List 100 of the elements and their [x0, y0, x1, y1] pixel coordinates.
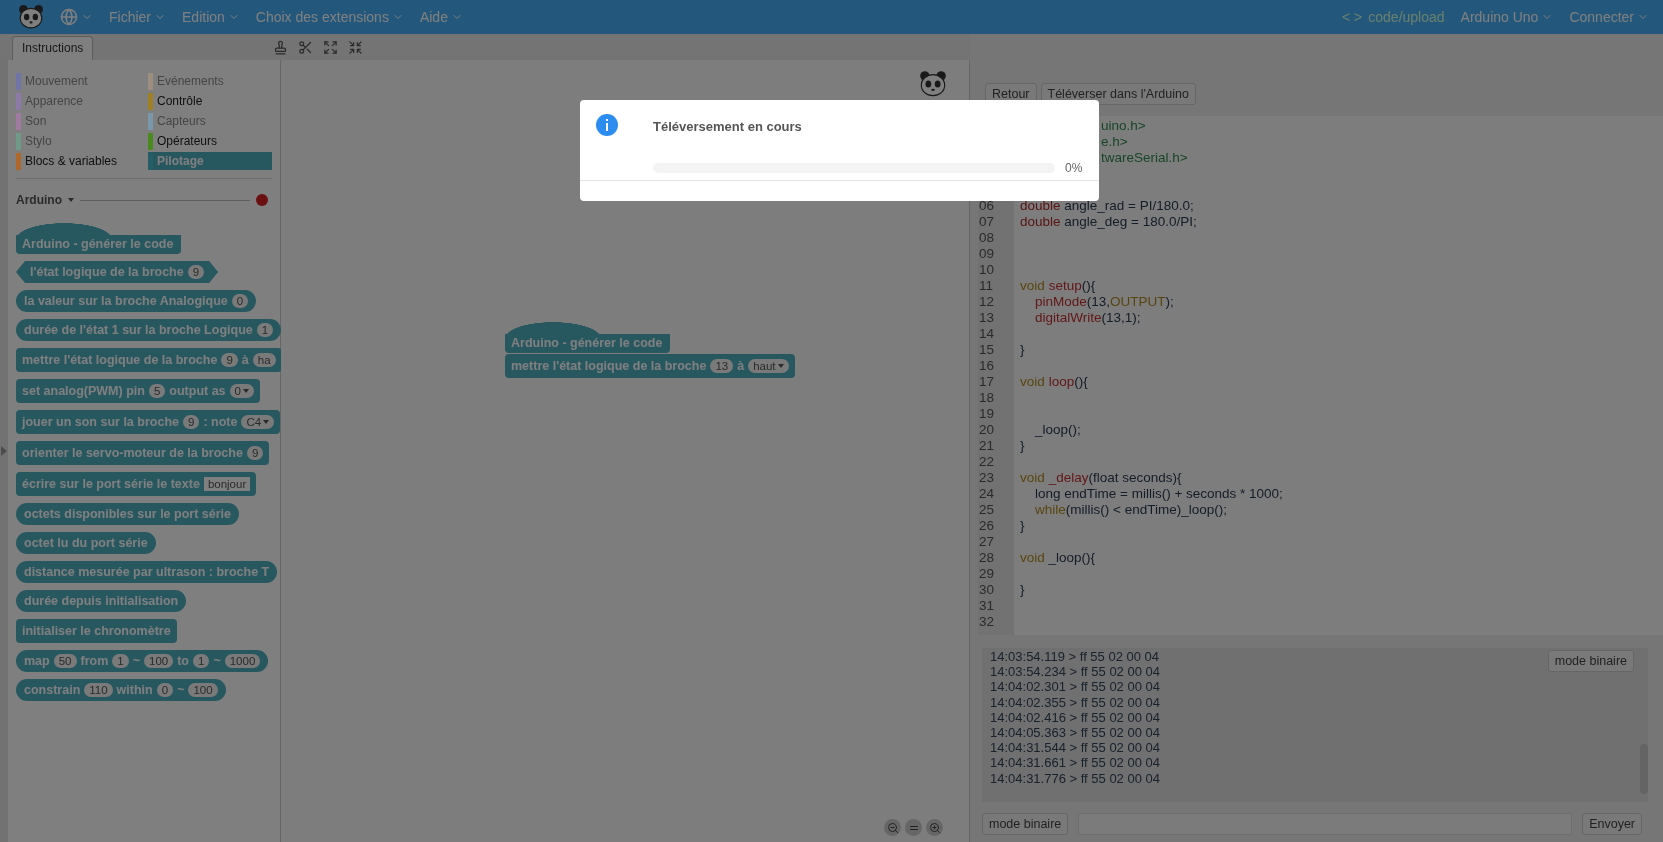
log-line: 14:04:02.355 > ff 55 02 00 04	[990, 694, 1160, 710]
number-input[interactable]: 1000	[224, 654, 261, 668]
number-input[interactable]: 110	[84, 683, 113, 697]
code-block[interactable]: initialiser le chronomètre	[16, 619, 177, 643]
code-block[interactable]: la valeur sur la broche Analogique 0	[16, 290, 257, 312]
line-number: 31	[978, 598, 996, 614]
menu-item[interactable]: Edition	[182, 9, 240, 25]
zoom-out-button[interactable]	[884, 819, 901, 836]
log-line: 14:04:02.301 > ff 55 02 00 04	[990, 679, 1160, 695]
board-menu[interactable]: Arduino Uno	[1460, 9, 1554, 25]
category-label: Apparence	[25, 94, 84, 108]
code-line: void _loop(){	[1019, 550, 1096, 566]
category-item[interactable]: Pilotage	[148, 152, 272, 170]
line-number: 24	[978, 486, 996, 502]
code-line: }	[1019, 438, 1025, 454]
block-label: mettre l'état logique de la broche	[22, 353, 218, 367]
line-number: 29	[978, 566, 996, 582]
number-input[interactable]: 13	[710, 359, 734, 373]
line-number: 26	[978, 518, 996, 534]
number-input[interactable]: 5	[148, 384, 166, 398]
line-number: 23	[978, 470, 996, 486]
line-number: 21	[978, 438, 996, 454]
category-label: Contrôle	[157, 94, 203, 108]
category-label: Evénements	[157, 74, 224, 88]
code-block[interactable]: durée depuis initialisation	[16, 590, 187, 612]
code-block[interactable]: mettre l'état logique de la broche 9 à ha	[16, 348, 282, 372]
number-input[interactable]: 9	[187, 265, 205, 279]
extension-label[interactable]: Arduino	[16, 193, 62, 207]
stamp-icon[interactable]	[273, 39, 289, 55]
code-line: void setup(){	[1019, 278, 1096, 294]
log-line: 14:04:31.661 > ff 55 02 00 04	[990, 755, 1160, 771]
line-number: 32	[978, 614, 996, 630]
mode-button[interactable]: mode binaire	[982, 813, 1069, 835]
tab[interactable]: Instructions	[12, 36, 94, 60]
number-input[interactable]: 9	[221, 353, 238, 367]
code-block[interactable]: octet lu du port série	[16, 532, 156, 554]
code-block[interactable]: constrain 110 within 0 ~ 100	[16, 679, 226, 701]
toolbar-button[interactable]: Téléverser dans l'Arduino	[1040, 83, 1196, 105]
code-block[interactable]: set analog(PWM) pin 5 output as 0	[16, 379, 260, 403]
number-input[interactable]: 0	[231, 294, 249, 308]
progress-reading: 0%	[1065, 160, 1083, 175]
number-input[interactable]: 1	[256, 323, 274, 337]
mode-button[interactable]: mode binaire	[1547, 650, 1634, 672]
log-line: 14:04:31.544 > ff 55 02 00 04	[990, 740, 1160, 756]
code-block[interactable]: mettre l'état logique de la broche 13 à haut	[505, 354, 795, 378]
code-line: twareSerial.h>	[1100, 150, 1188, 166]
send-button[interactable]: Envoyer	[1582, 813, 1642, 835]
category-item[interactable]: Blocs & variables	[16, 152, 140, 170]
zoom-reset-button[interactable]	[905, 819, 922, 836]
menu-item[interactable]: Fichier	[109, 9, 166, 25]
dropdown-input[interactable]: C4	[241, 415, 275, 429]
text-input[interactable]: bonjour	[203, 477, 251, 491]
number-input[interactable]: 0	[156, 683, 174, 697]
line-number: 17	[978, 374, 996, 390]
code-block[interactable]: écrire sur le port série le texte bonjour	[16, 472, 257, 496]
code-block[interactable]: orienter le servo-moteur de la broche 9	[16, 441, 270, 465]
block-label: initialiser le chronomètre	[22, 624, 171, 638]
block-label: ~	[213, 654, 221, 668]
mode-link[interactable]: < > code/upload	[1342, 9, 1445, 25]
category-label: Pilotage	[157, 154, 204, 168]
zoom-in-button[interactable]	[926, 819, 943, 836]
block-label: Arduino - générer le code	[511, 336, 663, 350]
number-input[interactable]: 9	[246, 446, 264, 460]
category-label: Capteurs	[157, 114, 206, 128]
number-input[interactable]: 100	[188, 683, 218, 697]
code-block[interactable]: Arduino - générer le code	[505, 322, 671, 353]
expand-arrow-icon[interactable]	[0, 445, 8, 457]
code-block[interactable]: octets disponibles sur le port série	[16, 503, 239, 525]
category-item[interactable]: Contrôle	[148, 92, 272, 110]
block-label: jouer un son sur la broche	[22, 415, 179, 429]
number-input[interactable]: 1	[112, 654, 129, 668]
number-input[interactable]: 50	[53, 654, 77, 668]
connect-menu[interactable]: Connecter	[1569, 9, 1649, 25]
shrink-icon[interactable]	[348, 39, 364, 55]
scissors-icon[interactable]	[298, 39, 314, 55]
expand-icon[interactable]	[323, 39, 339, 55]
dropdown-input[interactable]: 0	[229, 384, 254, 398]
code-line: void _delay(float seconds){	[1019, 470, 1182, 486]
number-input[interactable]: ha	[252, 353, 276, 367]
menu-item[interactable]: Aide	[419, 9, 463, 25]
category-item[interactable]: Opérateurs	[148, 132, 272, 150]
line-number: 27	[978, 534, 996, 550]
line-number: 11	[978, 278, 994, 294]
line-number: 28	[978, 550, 996, 566]
number-input[interactable]: 1	[193, 654, 210, 668]
code-line: void loop(){	[1019, 374, 1088, 390]
log-line: 14:04:05.363 > ff 55 02 00 04	[990, 725, 1160, 741]
line-number: 09	[978, 246, 996, 262]
dropdown-input[interactable]: haut	[748, 359, 789, 373]
number-input[interactable]: 100	[144, 654, 174, 668]
code-block[interactable]: distance mesurée par ultrason : broche T	[16, 561, 278, 583]
line-number: 19	[978, 406, 996, 422]
code-block[interactable]: Arduino - générer le code	[16, 223, 182, 254]
language-menu[interactable]	[60, 8, 93, 26]
code-block[interactable]: l'état logique de la broche 9	[16, 261, 219, 283]
number-input[interactable]: 9	[183, 415, 200, 429]
code-block[interactable]: jouer un son sur la broche 9 : note C4	[16, 410, 281, 434]
block-label: ~	[132, 654, 140, 668]
code-block[interactable]: map 50 from 1 ~ 100 to 1 ~ 1000	[16, 650, 269, 672]
code-block[interactable]: durée de l'état 1 sur la broche Logique 1	[16, 319, 282, 341]
